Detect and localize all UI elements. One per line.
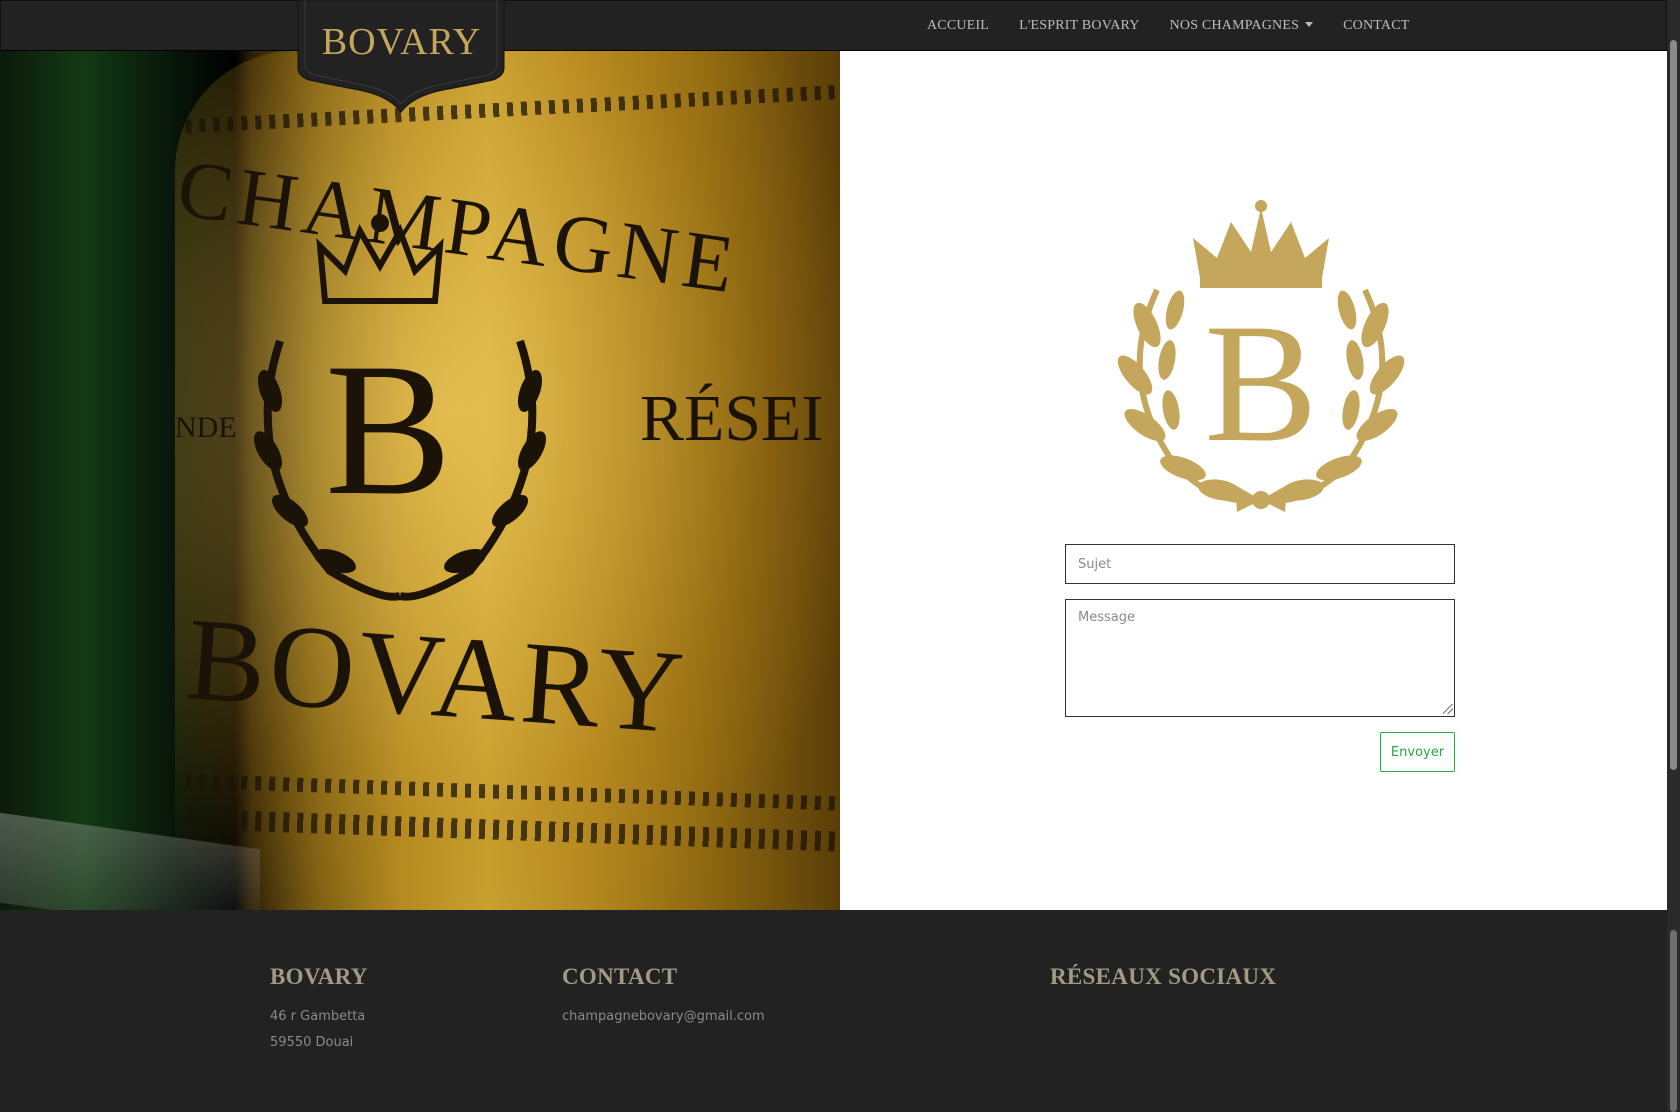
laurel-wreath-icon bbox=[254, 339, 546, 601]
message-textarea[interactable] bbox=[1065, 599, 1455, 717]
nav-item-accueil[interactable]: ACCUEIL bbox=[927, 16, 989, 36]
brand-logo-tab[interactable]: BOVARY bbox=[297, 0, 506, 113]
brand-name: BOVARY bbox=[321, 21, 482, 63]
chevron-down-icon bbox=[1305, 22, 1314, 27]
nav-item-nos-champagnes-label: NOS CHAMPAGNES bbox=[1169, 18, 1300, 33]
main-nav: ACCUEIL L'ESPRIT BOVARY NOS CHAMPAGNES C… bbox=[927, 16, 1439, 36]
scrollbar-thumb[interactable] bbox=[1670, 40, 1677, 770]
footer-social-title: RÉSEAUX SOCIAUX bbox=[1050, 964, 1277, 989]
nav-item-esprit-bovary[interactable]: L'ESPRIT BOVARY bbox=[1019, 16, 1140, 36]
nav-item-contact[interactable]: CONTACT bbox=[1343, 16, 1409, 36]
footer bbox=[0, 910, 1667, 1112]
hero-photo: CHAMPAGNE NDE B RÉSEI BOVARY bbox=[0, 51, 840, 910]
footer-email-link[interactable]: champagnebovary@gmail.com bbox=[562, 1009, 765, 1024]
bovary-crest-logo: B bbox=[1117, 200, 1405, 512]
footer-contact-title: CONTACT bbox=[562, 964, 678, 989]
crest-monogram: B bbox=[1204, 289, 1317, 477]
navbar: ACCUEIL L'ESPRIT BOVARY NOS CHAMPAGNES C… bbox=[0, 0, 1667, 51]
footer-scrollbar-thumb[interactable] bbox=[1670, 930, 1677, 1112]
subject-input[interactable] bbox=[1065, 544, 1455, 584]
send-button[interactable]: Envoyer bbox=[1380, 732, 1455, 772]
label-grande-text: NDE bbox=[175, 411, 237, 444]
label-reserve-text: RÉSEI bbox=[640, 382, 824, 455]
footer-address-line2: 59550 Douai bbox=[270, 1035, 354, 1050]
textarea-resize-handle[interactable] bbox=[1443, 704, 1453, 714]
footer-brand-title: BOVARY bbox=[270, 964, 368, 989]
footer-address-line1: 46 r Gambetta bbox=[270, 1009, 366, 1024]
crown-icon bbox=[316, 214, 444, 304]
nav-item-nos-champagnes[interactable]: NOS CHAMPAGNES bbox=[1169, 16, 1314, 36]
